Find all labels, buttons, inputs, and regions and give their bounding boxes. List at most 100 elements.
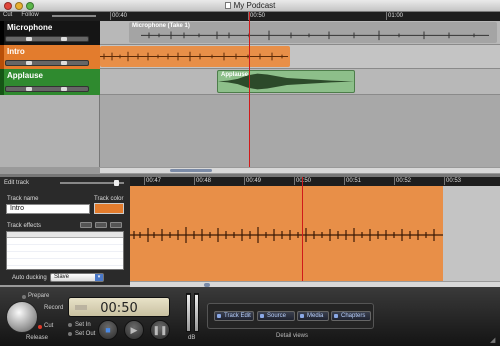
edit-timeline-ruler[interactable]: 00:47 00:48 00:49 00:50 00:51 00:52 00:5… (130, 177, 500, 186)
edit-zoom-slider[interactable] (60, 180, 124, 186)
waveform (130, 227, 443, 243)
track-effects-label: Track effects (7, 223, 42, 229)
cut-radio[interactable] (38, 325, 42, 329)
stop-button[interactable]: ■ (98, 320, 118, 340)
track-lane-applause[interactable]: Applause (100, 69, 500, 95)
track-name-input[interactable]: Intro (6, 204, 90, 214)
track-color-stripe (0, 69, 4, 95)
detail-views-panel: Track Edit Source Media Chapters (207, 303, 374, 329)
auto-ducking-select[interactable]: Slave ▾ (50, 273, 104, 282)
play-button[interactable]: ▶ (124, 320, 144, 340)
ruler-tick-label: 00:50 (247, 12, 266, 20)
track-name-label: Applause (7, 71, 44, 80)
pan-knob[interactable] (61, 61, 67, 65)
ruler-tick-label: 00:52 (393, 177, 412, 185)
prepare-label: Prepare (28, 293, 50, 299)
track-lane-intro[interactable] (100, 45, 500, 69)
waveform (100, 51, 288, 62)
release-label: Release (26, 335, 49, 341)
pan-knob[interactable] (61, 37, 67, 41)
effects-settings-button[interactable] (110, 222, 122, 228)
list-item[interactable] (7, 259, 123, 266)
list-item[interactable] (7, 245, 123, 252)
track-color-stripe (0, 21, 4, 45)
resize-grip-icon[interactable]: ◢ (490, 336, 498, 344)
effects-remove-button[interactable] (95, 222, 107, 228)
edit-playhead[interactable] (302, 177, 303, 281)
chevron-down-icon: ▾ (95, 274, 103, 281)
ruler-tick-label: 00:50 (293, 177, 312, 185)
track-header-microphone[interactable]: Microphone (0, 21, 100, 45)
set-out-label: Set Out (75, 331, 96, 337)
track-color-stripe (0, 45, 4, 69)
set-out-radio[interactable] (68, 332, 72, 336)
level-meter-left (186, 293, 191, 332)
set-in-radio[interactable] (68, 323, 72, 327)
prepare-radio[interactable] (22, 295, 26, 299)
auto-ducking-label: Auto ducking (12, 275, 47, 281)
track-name-label: Intro (7, 47, 25, 56)
list-item[interactable] (7, 238, 123, 245)
pause-button[interactable]: ❚❚ (150, 320, 170, 340)
track-name-label: Microphone (7, 23, 53, 32)
track-header-empty (0, 95, 100, 167)
zoom-slider[interactable] (52, 15, 96, 17)
ruler-tick-label: 00:40 (109, 12, 128, 20)
ruler-tick-label: 00:51 (343, 177, 362, 185)
playhead[interactable] (249, 12, 250, 167)
window-title-text: My Podcast (233, 1, 276, 10)
track-header-intro[interactable]: Intro (0, 45, 100, 69)
ruler-tick-label: 00:53 (443, 177, 462, 185)
track-header-applause[interactable]: Applause (0, 69, 100, 95)
effects-add-button[interactable] (80, 222, 92, 228)
timeline-ruler[interactable]: 00:40 00:50 01:00 (100, 12, 500, 21)
timeline-empty-area[interactable] (0, 95, 500, 167)
track-volume-pan-controls[interactable] (5, 60, 89, 66)
scrollbar-thumb[interactable] (170, 169, 212, 172)
volume-knob[interactable] (26, 87, 32, 91)
track-lane-microphone[interactable]: Microphone (Take 1) (100, 21, 500, 45)
track-name-field-label: Track name (7, 196, 39, 202)
cut-toggle[interactable]: Cut (3, 12, 12, 18)
media-view-button[interactable]: Media (297, 311, 329, 321)
audio-region-intro[interactable] (100, 46, 290, 67)
track-color-picker[interactable] (94, 203, 124, 214)
audio-region-microphone[interactable]: Microphone (Take 1) (129, 22, 497, 43)
volume-knob[interactable] (26, 37, 32, 41)
track-color-field-label: Track color (94, 196, 124, 202)
detail-views-caption: Detail views (276, 333, 309, 339)
window-title: My Podcast (0, 1, 500, 10)
time-display: 00:50 (68, 297, 170, 317)
track-toolbar: Cut Follow (0, 12, 100, 21)
track-edit-view-button[interactable]: Track Edit (214, 311, 254, 321)
timeline-scrollbar[interactable] (100, 167, 500, 173)
ruler-tick-label: 01:00 (385, 12, 404, 20)
list-item[interactable] (7, 252, 123, 259)
chapters-view-button[interactable]: Chapters (331, 311, 371, 321)
edit-track-panel: Edit track Track name Track color Intro … (0, 177, 130, 285)
ruler-tick-label: 00:47 (143, 177, 162, 185)
audio-region-applause[interactable]: Applause (217, 70, 355, 93)
ruler-tick-label: 00:48 (193, 177, 212, 185)
transport-bar: Prepare Record Cut Release 00:50 Set In … (0, 287, 500, 346)
edit-track-lane[interactable] (130, 186, 500, 281)
track-volume-pan-controls[interactable] (5, 86, 89, 92)
meter-label: dB (188, 335, 196, 341)
track-volume-pan-controls[interactable] (5, 36, 89, 42)
track-effects-list[interactable] (6, 231, 124, 270)
slider-knob[interactable] (114, 180, 119, 186)
document-icon (224, 2, 231, 9)
meter-fill (195, 295, 198, 331)
pan-knob[interactable] (61, 87, 67, 91)
region-label: Microphone (Take 1) (132, 23, 190, 29)
record-knob[interactable] (6, 301, 38, 333)
audio-region-intro-detail[interactable] (130, 186, 443, 281)
region-label: Applause (221, 72, 249, 78)
follow-toggle[interactable]: Follow (21, 12, 38, 18)
current-time: 00:50 (100, 301, 138, 316)
panel-title: Edit track (4, 180, 30, 186)
ruler-tick-label: 00:49 (243, 177, 262, 185)
set-in-label: Set In (75, 322, 91, 328)
volume-knob[interactable] (26, 61, 32, 65)
source-view-button[interactable]: Source (257, 311, 295, 321)
